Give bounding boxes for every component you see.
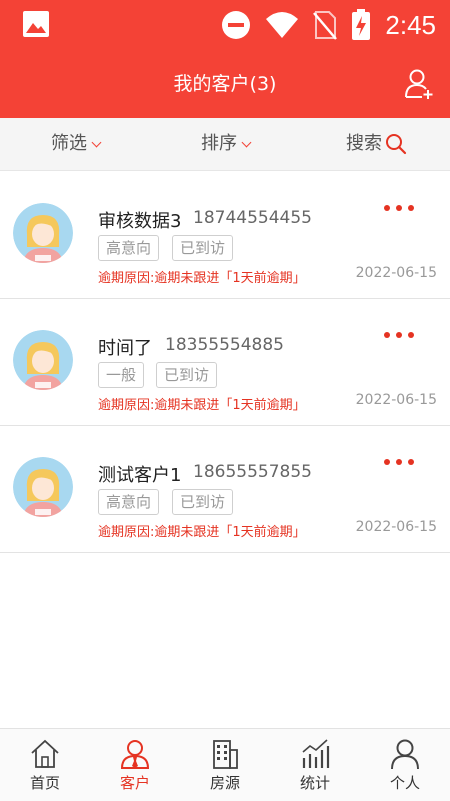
tab-label: 首页 <box>29 774 60 792</box>
tab-profile[interactable]: 个人 <box>360 729 450 801</box>
chevron-down-icon <box>241 137 252 147</box>
do-not-disturb-icon <box>222 11 251 39</box>
visit-tag: 已到访 <box>172 235 234 261</box>
chevron-down-icon <box>91 137 102 147</box>
wifi-icon <box>266 12 299 38</box>
no-sim-icon <box>313 11 338 40</box>
filter-button[interactable]: 筛选 <box>51 118 102 170</box>
add-user-icon[interactable] <box>404 68 434 100</box>
intent-tag: 高意向 <box>98 235 160 261</box>
more-options-icon[interactable] <box>384 452 414 472</box>
tab-label: 客户 <box>119 774 150 792</box>
status-time: 2:45 <box>385 9 436 40</box>
filter-bar: 筛选 排序 搜索 <box>0 118 450 171</box>
intent-tag: 高意向 <box>98 489 160 515</box>
overdue-reason: 逾期原因:逾期未跟进「1天前逾期」 <box>98 271 306 286</box>
tab-label: 个人 <box>389 774 420 792</box>
image-notification-icon <box>23 11 49 37</box>
person-icon <box>391 739 419 770</box>
sort-label: 排序 <box>201 133 237 154</box>
customer-name: 审核数据3 <box>98 211 182 232</box>
tab-label: 房源 <box>209 774 240 792</box>
search-icon <box>386 134 407 155</box>
customer-date: 2022-06-15 <box>355 519 437 535</box>
customer-phone: 18655557855 <box>193 462 312 482</box>
customer-card[interactable]: 审核数据3 18744554455 高意向 已到访 逾期原因:逾期未跟进「1天前… <box>0 172 450 299</box>
tab-statistics[interactable]: 统计 <box>270 729 360 801</box>
avatar <box>13 203 73 263</box>
search-label: 搜索 <box>346 133 382 154</box>
search-button[interactable]: 搜索 <box>346 118 407 170</box>
more-options-icon[interactable] <box>384 198 414 218</box>
customer-date: 2022-06-15 <box>355 265 437 281</box>
overdue-reason: 逾期原因:逾期未跟进「1天前逾期」 <box>98 525 306 540</box>
tab-housing[interactable]: 房源 <box>180 729 270 801</box>
battery-charging-icon <box>352 9 371 40</box>
visit-tag: 已到访 <box>172 489 234 515</box>
avatar <box>13 457 73 517</box>
overdue-reason: 逾期原因:逾期未跟进「1天前逾期」 <box>98 398 306 413</box>
page-title: 我的客户(3) <box>173 73 277 95</box>
customer-card[interactable]: 时间了 18355554885 一般 已到访 逾期原因:逾期未跟进「1天前逾期」… <box>0 299 450 426</box>
customer-icon <box>120 740 150 769</box>
customer-phone: 18355554885 <box>165 335 284 355</box>
sort-button[interactable]: 排序 <box>201 118 252 170</box>
stats-icon <box>302 739 330 768</box>
building-icon <box>213 740 238 769</box>
avatar <box>13 330 73 390</box>
customer-name: 时间了 <box>98 338 152 359</box>
customer-date: 2022-06-15 <box>355 392 437 408</box>
customer-name: 测试客户1 <box>98 465 182 486</box>
intent-tag: 一般 <box>98 362 145 388</box>
filter-label: 筛选 <box>51 133 87 154</box>
home-icon <box>31 739 59 768</box>
tab-home[interactable]: 首页 <box>0 729 90 801</box>
customer-card[interactable]: 测试客户1 18655557855 高意向 已到访 逾期原因:逾期未跟进「1天前… <box>0 426 450 553</box>
app-header: 我的客户(3) <box>0 50 450 118</box>
more-options-icon[interactable] <box>384 325 414 345</box>
tab-label: 统计 <box>299 774 330 792</box>
customer-list: 审核数据3 18744554455 高意向 已到访 逾期原因:逾期未跟进「1天前… <box>0 172 450 553</box>
visit-tag: 已到访 <box>156 362 218 388</box>
status-bar: 2:45 <box>0 0 450 50</box>
bottom-tab-bar: 首页 客户 房源 统计 个人 <box>0 728 450 801</box>
tab-customers[interactable]: 客户 <box>90 729 180 801</box>
customer-phone: 18744554455 <box>193 208 312 228</box>
